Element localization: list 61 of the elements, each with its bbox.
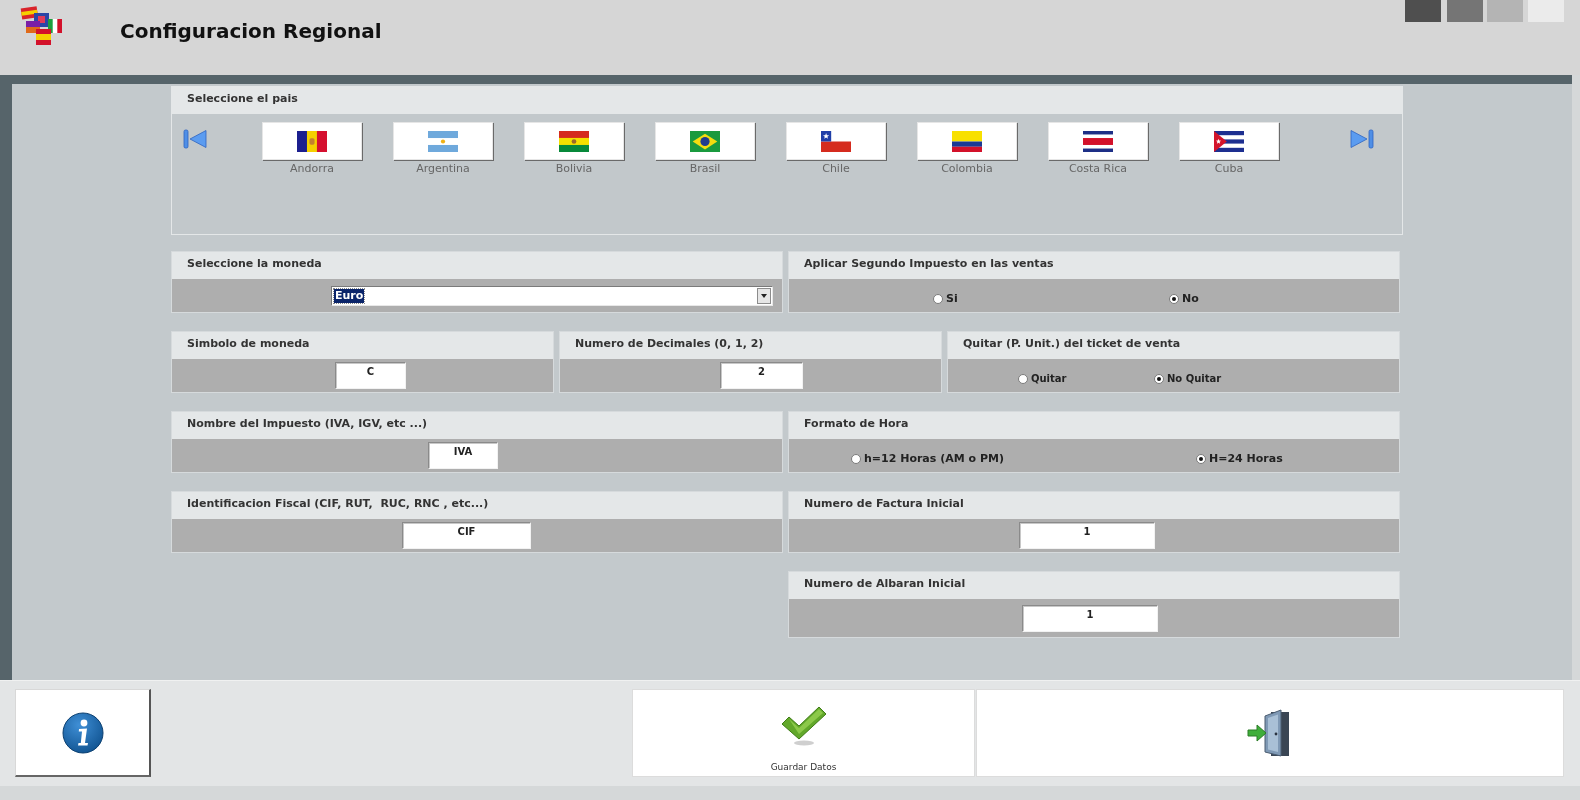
panel-label: Identificacion Fiscal (CIF, RUT, RUC, RNC , etc...) [187, 497, 489, 511]
flag-icon [428, 130, 458, 152]
check-icon [779, 704, 828, 748]
radio-label[interactable]: No [1182, 292, 1199, 306]
country-label: Andorra [290, 161, 334, 177]
country-label: Bolivia [555, 161, 593, 177]
radio-label[interactable]: Si [946, 292, 958, 306]
shade-square-icon [1447, 0, 1483, 22]
window-title: Configuracion Regional [120, 19, 382, 43]
country-label: Argentina [416, 161, 470, 177]
skip-start-icon[interactable] [183, 129, 208, 149]
panel-label: Aplicar Segundo Impuesto en las ventas [804, 257, 1054, 271]
panel-label: Simbolo de moneda [187, 337, 310, 351]
panel-label: Numero de Albaran Inicial [804, 577, 966, 591]
radio-button[interactable] [851, 454, 861, 464]
country-label: Cuba [1214, 161, 1244, 177]
radio-label[interactable]: No Quitar [1167, 372, 1222, 386]
panel-label: Numero de Decimales (0, 1, 2) [575, 337, 764, 351]
radio-button[interactable] [933, 294, 943, 304]
panel-label: Quitar (P. Unit.) del ticket de venta [963, 337, 1181, 351]
radio-button[interactable] [1018, 374, 1028, 384]
radio-button[interactable] [1154, 374, 1164, 384]
radio-label[interactable]: h=12 Horas (AM o PM) [864, 452, 1004, 466]
country-button[interactable] [917, 122, 1017, 160]
text-field[interactable]: 1 [1022, 604, 1158, 632]
country-label: Colombia [941, 161, 993, 177]
flag-icon [559, 130, 589, 152]
text-field[interactable]: IVA [428, 442, 498, 469]
skip-end-icon[interactable] [1349, 129, 1374, 149]
country-button[interactable] [1179, 122, 1279, 160]
info-button[interactable] [15, 689, 151, 777]
info-icon [61, 711, 104, 754]
radio-label[interactable]: Quitar [1031, 372, 1067, 386]
flag-icon [821, 130, 851, 152]
country-label: Brasil [689, 161, 721, 177]
radio-button[interactable] [1196, 454, 1206, 464]
flag-icon [1083, 130, 1113, 152]
country-label: Chile [822, 161, 850, 177]
text-field[interactable]: 1 [1019, 522, 1155, 549]
text-field[interactable]: 2 [720, 362, 803, 389]
currency-dropdown[interactable]: Euro [331, 285, 773, 306]
country-button[interactable] [262, 122, 362, 160]
flag-icon [297, 130, 327, 152]
shade-square-icon [1487, 0, 1523, 22]
flag-icon [952, 130, 982, 152]
flag-icon [690, 130, 720, 152]
panel-label: Numero de Factura Inicial [804, 497, 964, 511]
text-field[interactable]: CIF [402, 522, 531, 549]
radio-button[interactable] [1169, 294, 1179, 304]
shade-square-icon [1405, 0, 1441, 22]
text-field[interactable]: C [335, 362, 406, 389]
panel-label: Nombre del Impuesto (IVA, IGV, etc ...) [187, 417, 428, 431]
flag-icon [1214, 130, 1244, 152]
panel-label: Seleccione la moneda [187, 257, 322, 271]
country-label: Costa Rica [1068, 161, 1128, 177]
radio-label[interactable]: H=24 Horas [1209, 452, 1283, 466]
country-button[interactable] [786, 122, 886, 160]
panel-label: Formato de Hora [804, 417, 909, 431]
country-button[interactable] [1048, 122, 1148, 160]
panel-label: Seleccione el pais [187, 92, 298, 106]
save-button[interactable]: Guardar Datos [632, 689, 975, 777]
